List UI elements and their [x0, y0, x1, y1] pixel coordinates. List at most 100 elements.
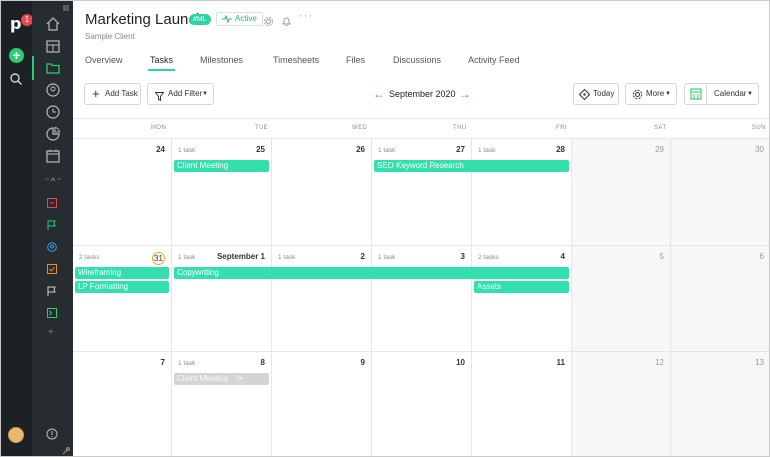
month-label: September 2020 [389, 89, 456, 99]
calendar-day-cell[interactable]: 13 [671, 352, 769, 456]
portfolio-icon[interactable] [45, 38, 61, 54]
tab-milestones[interactable]: Milestones [200, 55, 243, 65]
project-tag-badge: #ML [189, 14, 211, 25]
activity-icon [222, 14, 232, 27]
weekday-fri: FRI [556, 125, 567, 131]
task-count: 1 task [478, 147, 496, 154]
calendar-day-cell[interactable]: 30 [671, 139, 769, 246]
calendar-day-cell[interactable]: 2 tasks 31 [73, 246, 172, 352]
day-number: 7 [160, 358, 165, 367]
home-icon[interactable] [45, 16, 61, 32]
logo-letter: p [10, 14, 22, 33]
add-filter-button[interactable]: Add Filter ▼ [147, 83, 214, 105]
calendar-day-cell[interactable]: 5 [572, 246, 671, 352]
project-item-check-orange[interactable] [47, 264, 57, 274]
task-bar[interactable]: SEO Keyword Research [374, 160, 569, 172]
plus-icon: + [92, 86, 100, 101]
calendar-day-cell[interactable]: 1 task 27 [372, 139, 472, 246]
more-options-icon[interactable]: ··· [299, 10, 313, 22]
calendar-day-cell[interactable]: 12 [572, 352, 671, 456]
tools-icon[interactable] [62, 447, 70, 455]
calendar-day-cell[interactable]: 26 [272, 139, 372, 246]
calendar-day-cell[interactable]: 1 task 25 [172, 139, 272, 246]
people-icon[interactable] [45, 82, 61, 98]
day-number: September 1 [216, 252, 265, 261]
task-bar[interactable]: LP Formatting [75, 281, 169, 293]
next-month-arrow-icon[interactable]: → [459, 87, 471, 101]
day-number: 11 [556, 358, 565, 367]
settings-gear-icon[interactable] [263, 14, 274, 32]
task-bar[interactable]: Wireframing [75, 267, 169, 279]
project-item-red[interactable] [47, 198, 57, 208]
calendar-view-select[interactable]: Calendar ▼ [684, 83, 759, 105]
task-count: 2 tasks [478, 254, 499, 261]
info-icon[interactable] [46, 428, 58, 440]
calendar-day-cell[interactable]: 1 task 8 [172, 352, 272, 456]
gear-icon [632, 88, 643, 108]
caret-down-icon: ▼ [665, 91, 671, 97]
calendar-day-cell[interactable]: 6 [671, 246, 769, 352]
calendar-day-cell[interactable]: 1 task September 1 [172, 246, 272, 352]
calendar-day-cell[interactable]: 1 task 3 [372, 246, 472, 352]
task-bar-label: Client Meeting [177, 161, 229, 170]
day-number: 27 [456, 145, 465, 154]
calendar-day-cell[interactable]: 1 task 28 [472, 139, 572, 246]
calendar-day-cell[interactable]: 11 [472, 352, 572, 456]
today-button[interactable]: Today [573, 83, 619, 105]
task-count: 1 task [278, 254, 296, 261]
project-item-flag-white[interactable] [47, 286, 57, 296]
calendar-day-cell[interactable]: 29 [572, 139, 671, 246]
task-bar[interactable]: Client Meeting [174, 160, 269, 172]
reports-icon[interactable] [45, 126, 61, 142]
caret-down-icon: ▼ [747, 91, 753, 97]
tab-activity-feed[interactable]: Activity Feed [468, 55, 520, 65]
tab-timesheets[interactable]: Timesheets [273, 55, 319, 65]
task-bar[interactable]: Copywriting [174, 267, 569, 279]
add-project-icon[interactable]: + [48, 328, 56, 338]
calendar-day-cell[interactable]: 10 [372, 352, 472, 456]
calendar-icon[interactable] [45, 148, 61, 164]
quick-add-button[interactable]: + [9, 48, 24, 63]
add-task-button[interactable]: + Add Task [84, 83, 141, 105]
project-item-user-blue[interactable] [47, 242, 57, 252]
user-avatar[interactable] [8, 427, 24, 443]
day-number: 5 [659, 252, 664, 261]
calendar-view-label: Calendar [714, 89, 747, 98]
task-bar[interactable]: Client Meeting ⟳ [174, 373, 269, 385]
project-item-terminal-green[interactable] [47, 308, 57, 318]
calendar-day-cell[interactable]: 7 [73, 352, 172, 456]
task-count: 2 tasks [79, 254, 100, 261]
collapse-icon[interactable] [45, 175, 61, 183]
app-logo[interactable]: p 1 [8, 12, 33, 33]
client-name: Sample Client [85, 32, 135, 41]
calendar-day-cell[interactable]: 24 [73, 139, 172, 246]
task-count: 1 task [178, 360, 196, 367]
tab-tasks[interactable]: Tasks [147, 55, 176, 71]
tab-overview[interactable]: Overview [85, 55, 123, 65]
previous-month-arrow-icon[interactable]: ← [373, 87, 385, 101]
project-item-flag-green[interactable] [47, 220, 57, 230]
bell-icon[interactable] [281, 14, 292, 32]
time-icon[interactable] [45, 104, 61, 120]
weekday-wed: WED [352, 125, 368, 131]
day-number: 24 [156, 145, 165, 154]
status-badge[interactable]: Active [216, 12, 263, 26]
menu-icon[interactable] [62, 4, 70, 12]
task-count: 1 task [378, 147, 396, 154]
task-bar-label: Assets [477, 282, 502, 291]
projects-icon[interactable] [32, 56, 61, 80]
task-bar[interactable]: Assets [474, 281, 569, 293]
tab-files[interactable]: Files [346, 55, 365, 65]
app-rail: p 1 + [1, 1, 33, 456]
calendar-day-cell[interactable]: 2 tasks 4 [472, 246, 572, 352]
search-icon[interactable] [9, 72, 23, 91]
task-bar-label: Wireframing [78, 268, 122, 277]
caret-down-icon: ▼ [202, 91, 208, 97]
tab-discussions[interactable]: Discussions [393, 55, 441, 65]
day-number: 9 [360, 358, 365, 367]
task-bar-label: Copywriting [177, 268, 219, 277]
task-bar-label: Client Meeting [177, 374, 229, 383]
calendar-day-cell[interactable]: 1 task 2 [272, 246, 372, 352]
calendar-day-cell[interactable]: 9 [272, 352, 372, 456]
more-button[interactable]: More ▼ [625, 83, 677, 105]
